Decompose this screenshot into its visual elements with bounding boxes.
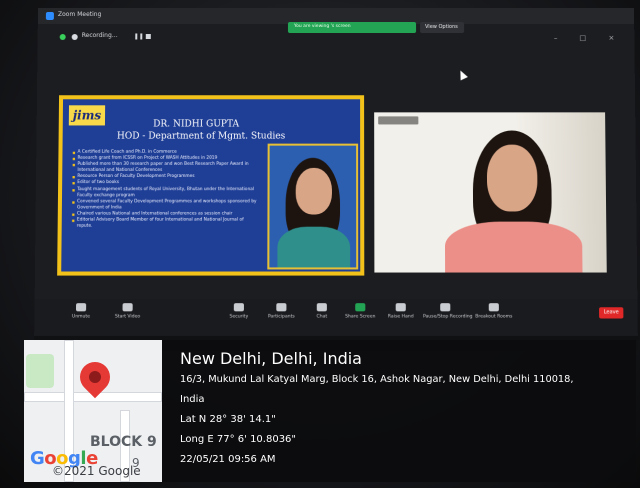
map-block-label: BLOCK 9	[90, 434, 157, 450]
speaker-name-tag	[378, 116, 419, 125]
mouse-cursor-icon	[456, 68, 468, 81]
slide-bullet: Taught management students of Royal Univ…	[72, 187, 257, 199]
share-screen-button[interactable]: Share Screen	[338, 303, 383, 320]
slide-bullet: Convened several Faculty Development Pro…	[72, 199, 257, 211]
window-controls[interactable]: – □ ×	[554, 34, 625, 42]
participants-button[interactable]: Participants	[259, 303, 304, 320]
zoom-window-title: Zoom Meeting	[57, 10, 102, 18]
geotag-overlay: BLOCK 9 9 Google ©2021 Google New Delhi,…	[24, 340, 636, 482]
recording-icon	[71, 34, 78, 41]
map-park-area	[26, 354, 54, 388]
slide-presenter-role: HOD - Department of Mgmt. Studies	[116, 131, 286, 142]
pause-stop-recording-label: Pause/Stop Recording	[423, 314, 473, 320]
geotag-details: New Delhi, Delhi, India 16/3, Mukund Lal…	[180, 348, 630, 470]
start-video-button[interactable]: Start Video	[105, 303, 150, 320]
breakout-rooms-button[interactable]: Breakout Rooms	[472, 303, 517, 320]
speaker-video-tile[interactable]	[374, 112, 607, 273]
slide-presenter-name: DR. NIDHI GUPTA	[153, 119, 240, 130]
zoom-meeting-toolbar: Unmute Start Video Security Participants…	[34, 299, 638, 336]
share-screen-label: Share Screen	[345, 314, 376, 320]
geotag-city: New Delhi, Delhi, India	[180, 349, 362, 368]
speaker-body	[444, 221, 583, 273]
portrait-face	[295, 167, 332, 215]
slide-bullet: Published more than 30 research paper an…	[72, 162, 257, 174]
zoom-logo-icon	[45, 11, 54, 20]
stop-recording-icon[interactable]	[145, 34, 151, 40]
map-copyright: ©2021 Google	[52, 464, 141, 478]
view-options-label: View Options	[425, 24, 458, 31]
video-camera-icon	[122, 303, 133, 312]
security-label: Security	[229, 314, 249, 320]
geotag-address-line-1: 16/3, Mukund Lal Katyal Marg, Block 16, …	[180, 374, 574, 385]
participants-icon	[276, 303, 287, 312]
recording-indicator: Recording... ❚❚	[59, 30, 170, 44]
shield-icon	[233, 303, 244, 312]
breakout-rooms-icon	[488, 303, 499, 312]
participants-label: Participants	[267, 314, 295, 320]
pause-recording-icon[interactable]: ❚❚	[134, 33, 144, 40]
hand-icon	[395, 303, 406, 312]
unmute-label: Unmute	[71, 314, 91, 320]
presenter-portrait-photo	[267, 143, 359, 270]
geotag-address-line-2: India	[180, 394, 205, 405]
monitor-screen: Zoom Meeting Recording... ❚❚ You are vie…	[34, 8, 638, 351]
raise-hand-button[interactable]: Raise Hand	[378, 303, 423, 320]
start-video-label: Start Video	[114, 314, 141, 320]
screen-share-banner: You are viewing 's screen	[287, 21, 417, 34]
geotag-latitude: Lat N 28° 38' 14.1"	[180, 414, 276, 425]
security-button[interactable]: Security	[217, 303, 262, 320]
breakout-rooms-label: Breakout Rooms	[475, 314, 513, 320]
slide-bullet: Editorial Advisory Board Member of four …	[72, 218, 258, 230]
security-shield-icon	[59, 34, 66, 41]
recording-label: Recording...	[81, 32, 118, 40]
microphone-icon	[75, 303, 87, 312]
screen-share-banner-text: You are viewing 's screen	[293, 24, 351, 30]
raise-hand-label: Raise Hand	[387, 314, 414, 320]
unmute-button[interactable]: Unmute	[59, 303, 104, 320]
slide-bullet-list: A Certified Life Coach and Ph.D. in Comm…	[72, 150, 258, 230]
view-options-button[interactable]: View Options	[420, 21, 465, 34]
shared-presentation-slide: jims DR. NIDHI GUPTA HOD - Department of…	[57, 95, 365, 276]
record-icon	[440, 303, 451, 312]
jims-logo: jims	[68, 105, 106, 126]
geotag-longitude: Long E 77° 6' 10.8036"	[180, 434, 297, 445]
chat-icon	[316, 303, 327, 312]
pause-stop-recording-button[interactable]: Pause/Stop Recording	[423, 303, 473, 320]
geotag-timestamp: 22/05/21 09:56 AM	[180, 454, 276, 465]
photo-of-monitor: Zoom Meeting Recording... ❚❚ You are vie…	[0, 0, 640, 488]
portrait-body	[277, 226, 351, 270]
leave-meeting-button[interactable]: Leave	[599, 307, 624, 319]
map-pin-center	[86, 368, 104, 386]
share-screen-icon	[355, 303, 366, 312]
leave-meeting-label: Leave	[603, 309, 619, 316]
speaker-face	[486, 144, 538, 212]
map-thumbnail: BLOCK 9 9 Google ©2021 Google	[24, 340, 162, 482]
